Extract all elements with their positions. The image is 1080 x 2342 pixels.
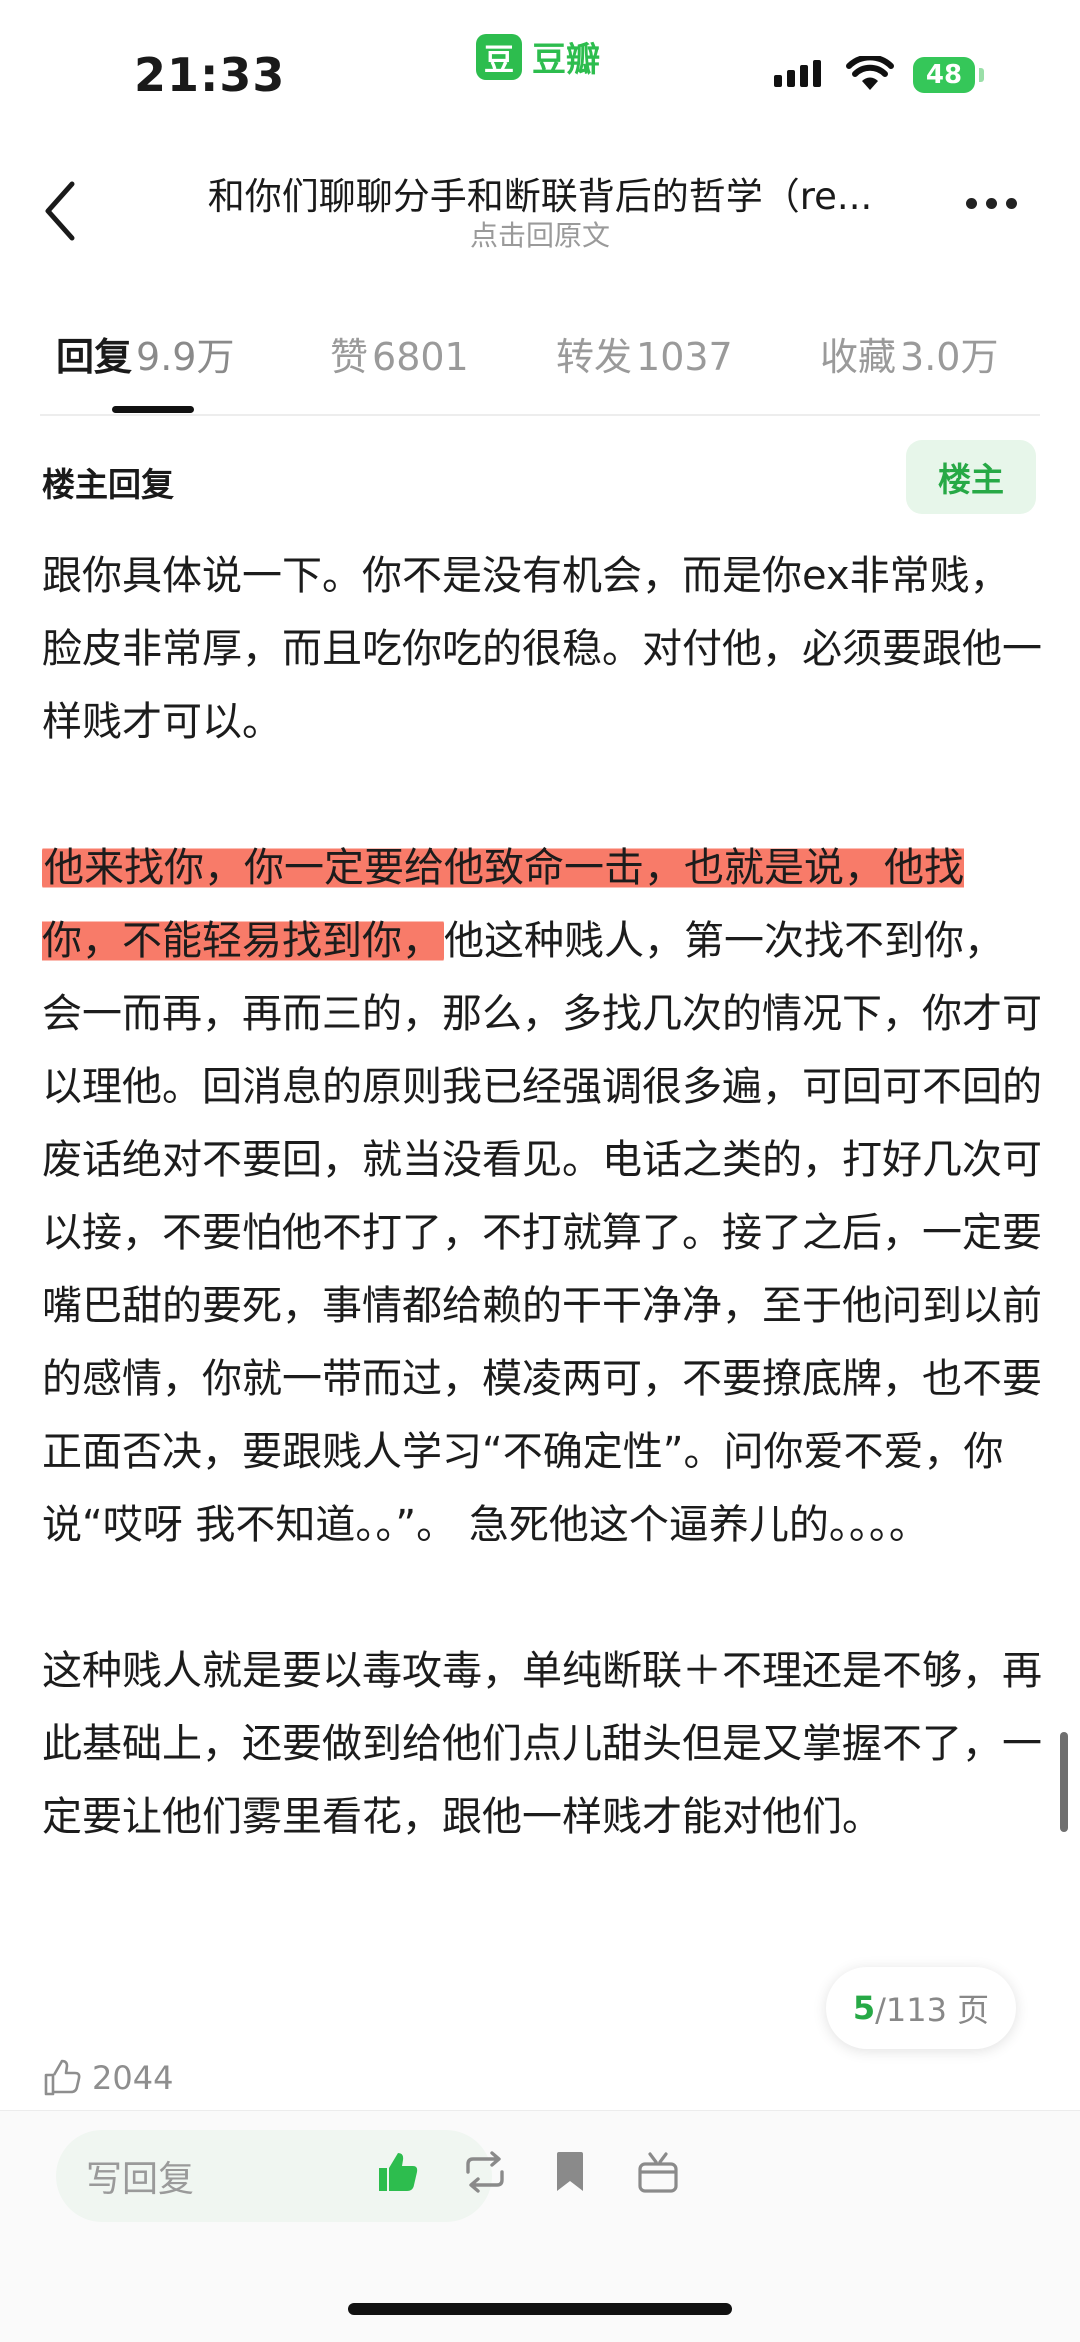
gift-icon[interactable] [636,2150,680,2194]
scrollbar[interactable] [1060,1732,1068,1832]
tab-count: 3.0万 [900,335,999,379]
thumbs-up-icon[interactable] [376,2150,420,2194]
tab-replies[interactable]: 回复 9.9万 [56,326,234,381]
battery-cap [979,68,984,82]
like-count-row[interactable]: 2044 [42,2058,173,2098]
home-indicator [348,2303,732,2315]
back-to-original-link[interactable]: 点击回原文 [170,214,910,254]
divider [40,414,1040,416]
page-title[interactable]: 和你们聊聊分手和断联背后的哲学（re... [170,166,910,220]
status-time: 21:33 [134,48,286,102]
tab-label: 赞 [330,335,369,379]
repost-icon[interactable] [462,2150,508,2194]
app-badge: 豆 豆瓣 [476,32,600,81]
tab-count: 1037 [636,335,733,379]
current-page: 5 [852,1989,876,2027]
tab-label: 收藏 [820,335,897,379]
chevron-left-icon[interactable] [40,180,80,242]
reply-input[interactable]: 写回复 [56,2130,492,2222]
reply-section-title: 楼主回复 [42,465,174,504]
more-dots-icon[interactable] [966,198,1017,209]
wifi-icon [846,56,894,90]
tab-collections[interactable]: 收藏 3.0万 [820,326,998,381]
tab-count: 6801 [372,335,469,379]
active-tab-indicator [112,406,194,413]
owner-badge: 楼主 [906,440,1036,514]
paragraph: 这种贱人就是要以毒攻毒，单纯断联＋不理还是不够，再此基础上，还要做到给他们点儿甜… [42,1648,1042,1840]
thumbs-up-outline-icon [44,2059,81,2096]
bookmark-icon[interactable] [554,2150,586,2194]
like-count: 2044 [92,2059,174,2097]
paragraph: 他来找你，你一定要给他致命一击，也就是说，他找你，不能轻易找到你，他这种贱人，第… [42,832,1042,1562]
tab-reposts[interactable]: 转发 1037 [556,326,733,381]
total-pages: /113 页 [875,1991,990,2029]
tab-bar: 回复 9.9万 赞 6801 转发 1037 收藏 3.0万 [0,326,1080,416]
app-name: 豆瓣 [532,40,600,80]
tab-count: 9.9万 [136,335,235,379]
paragraph-text: 他这种贱人，第一次找不到你，会一而再，再而三的，那么，多找几次的情况下，你才可以… [42,918,1042,1548]
cellular-signal-icon [774,60,821,87]
tab-label: 回复 [56,335,133,379]
page-indicator[interactable]: 5/113 页 [826,1967,1016,2049]
tab-label: 转发 [556,335,633,379]
reply-content: 跟你具体说一下。你不是没有机会，而是你ex非常贱，脸皮非常厚，而且吃你吃的很稳。… [42,540,1042,1854]
douban-logo-icon: 豆 [476,33,522,80]
tab-likes[interactable]: 赞 6801 [330,326,469,381]
paragraph: 跟你具体说一下。你不是没有机会，而是你ex非常贱，脸皮非常厚，而且吃你吃的很稳。… [42,553,1042,745]
battery-level: 48 [913,57,975,93]
